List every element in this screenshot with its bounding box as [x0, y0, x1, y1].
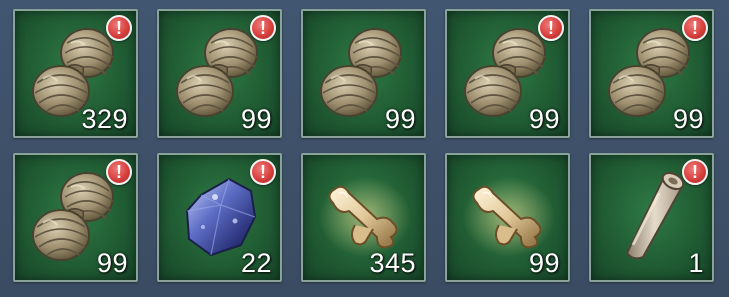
inventory-slot[interactable]: ! 1 [589, 153, 714, 282]
inventory-slot[interactable]: !99 [445, 153, 570, 282]
inventory-slot[interactable]: ! 99 [157, 9, 282, 138]
alert-badge-icon: ! [106, 15, 132, 41]
inventory-slot[interactable]: ! 99 [13, 153, 138, 282]
alert-badge-icon: ! [250, 159, 276, 185]
inventory-slot[interactable]: ! 99 [589, 9, 714, 138]
inventory-slot[interactable]: !345 [301, 153, 426, 282]
item-count: 99 [240, 104, 272, 134]
item-count: 99 [528, 104, 560, 134]
item-count: 345 [369, 248, 416, 278]
alert-badge-icon: ! [682, 15, 708, 41]
alert-badge-icon: ! [682, 159, 708, 185]
item-count: 99 [672, 104, 704, 134]
inventory-slot[interactable]: ! 99 [445, 9, 570, 138]
item-count: 1 [688, 248, 704, 278]
alert-badge-icon: ! [538, 15, 564, 41]
inventory-slot[interactable]: !99 [301, 9, 426, 138]
alert-badge-icon: ! [250, 15, 276, 41]
item-count: 329 [81, 104, 128, 134]
item-count: 99 [96, 248, 128, 278]
item-count: 99 [384, 104, 416, 134]
inventory-grid: !329!99!99!99!99!99!22!345!99!1 [0, 0, 729, 297]
alert-badge-icon: ! [106, 159, 132, 185]
inventory-slot[interactable]: ! 22 [157, 153, 282, 282]
item-count: 22 [240, 248, 272, 278]
item-count: 99 [528, 248, 560, 278]
inventory-slot[interactable]: ! 329 [13, 9, 138, 138]
